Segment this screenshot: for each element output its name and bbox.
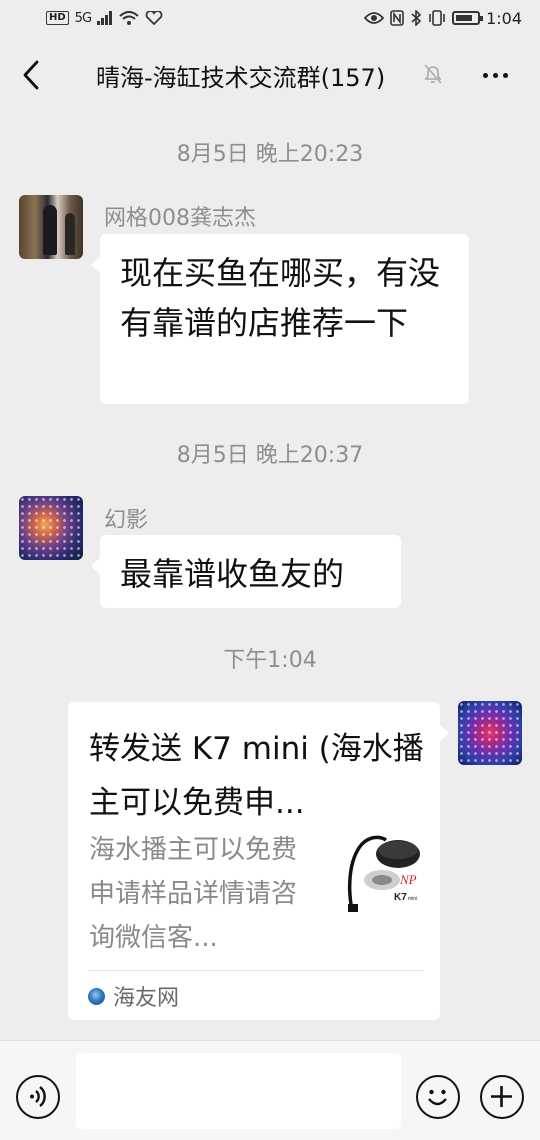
message-bubble[interactable]: 最靠谱收鱼友的: [91, 535, 401, 608]
status-left: HD 5G: [46, 11, 163, 26]
voice-icon: [30, 1086, 46, 1107]
message-timestamp: 8月5日 晚上20:23: [176, 142, 364, 167]
source-name: 海友网: [113, 986, 180, 1011]
title-bar: 晴海-海缸技术交流群(157): [0, 36, 540, 114]
hd-indicator: HD: [46, 11, 69, 25]
thumb-model: K7: [394, 892, 407, 903]
voice-input-button[interactable]: [16, 1075, 60, 1119]
avatar-texture: [19, 496, 83, 560]
status-time: 1:04: [486, 8, 522, 28]
more-dot: [502, 72, 508, 78]
more-dot: [482, 72, 488, 78]
link-card-description: 海水播主可以免费申请样品详情请咨询微信客...: [89, 835, 298, 953]
heart-icon: [145, 11, 163, 25]
vibrate-icon: [429, 10, 445, 26]
avatar[interactable]: [19, 496, 83, 560]
my-avatar[interactable]: [458, 701, 522, 765]
message-timestamp: 下午1:04: [223, 648, 317, 673]
status-bar: HD 5G 1:04: [0, 0, 540, 36]
plus-icon: [491, 1086, 512, 1107]
sender-name: 幻影: [104, 508, 149, 533]
chevron-left-icon: [23, 60, 39, 90]
emoji-icon: [428, 1089, 447, 1106]
sender-name: 网格008龚志杰: [104, 206, 256, 231]
avatar[interactable]: [19, 195, 83, 259]
signal-bars-icon: [97, 11, 113, 25]
back-button[interactable]: [14, 56, 48, 94]
emoji-button[interactable]: [416, 1075, 460, 1119]
wifi-icon: [119, 11, 139, 25]
bluetooth-icon: [411, 10, 422, 26]
link-card-thumbnail: NP K7 mini: [342, 830, 424, 914]
avatar-texture: [458, 701, 522, 765]
avatar-figure: [65, 213, 75, 255]
nfc-icon: [390, 10, 404, 26]
eye-icon: [364, 12, 385, 24]
link-card-title: 转发送 K7 mini (海水播主可以免费申...: [89, 731, 424, 821]
message-bubble[interactable]: 现在买鱼在哪买，有没有靠谱的店推荐一下: [91, 234, 469, 404]
status-right: 1:04: [364, 9, 522, 28]
message-timestamp: 8月5日 晚上20:37: [176, 443, 364, 468]
page-title: 晴海-海缸技术交流群(157): [96, 64, 386, 92]
battery-icon: [452, 11, 484, 25]
message-input[interactable]: [76, 1053, 401, 1129]
lamp-product-image: NP K7 mini: [347, 835, 420, 912]
thumb-brand: NP: [399, 872, 417, 887]
link-card-divider: [88, 970, 424, 971]
avatar-figure: [43, 205, 57, 255]
more-options-button[interactable]: [478, 60, 512, 90]
signal-icon: 5G: [74, 10, 92, 26]
more-functions-button[interactable]: [480, 1075, 524, 1119]
link-card-source: 海友网: [88, 980, 179, 1012]
source-app-icon: [88, 987, 105, 1005]
input-bar: [0, 1040, 540, 1140]
more-dot: [492, 72, 498, 78]
mute-bell-icon: [424, 64, 442, 84]
link-card[interactable]: 转发送 K7 mini (海水播主可以免费申... 海水播主可以免费申请样品详情…: [68, 702, 449, 1020]
thumb-sub: mini: [408, 896, 417, 902]
